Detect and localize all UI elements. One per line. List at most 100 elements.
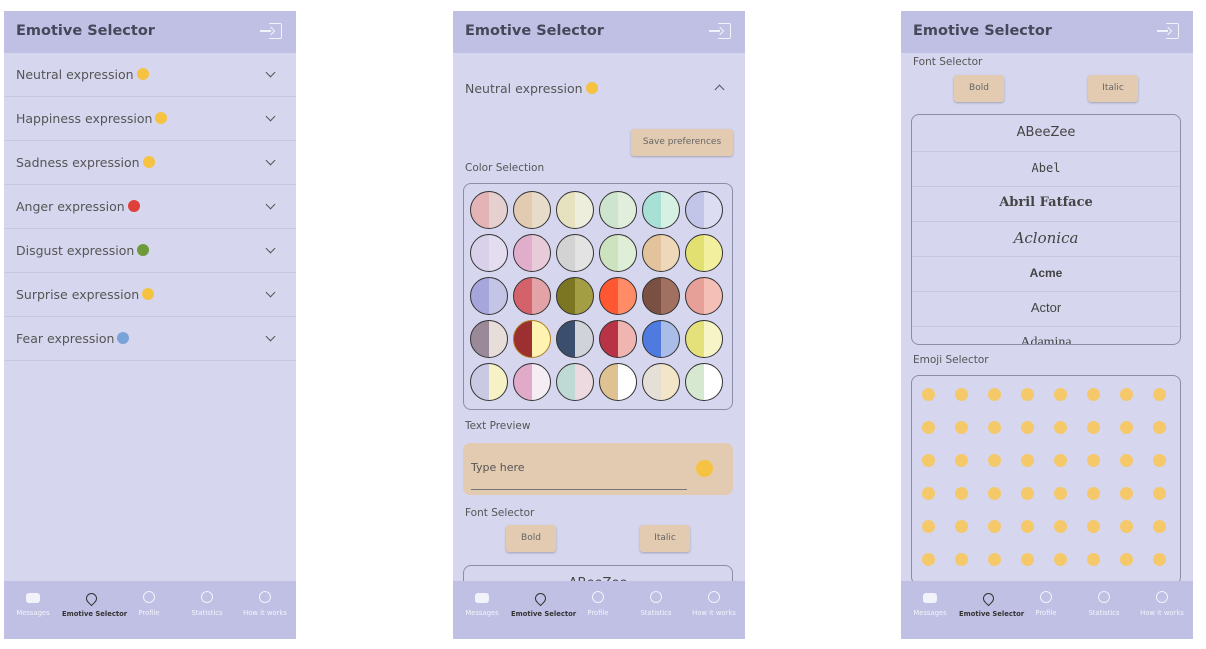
logout-icon[interactable] — [1157, 23, 1179, 39]
expression-row[interactable]: Anger expression — [4, 185, 296, 229]
emoji-icon[interactable] — [1120, 520, 1133, 533]
color-swatch[interactable] — [685, 191, 723, 229]
expression-row[interactable]: Sadness expression — [4, 141, 296, 185]
color-swatch[interactable] — [513, 191, 551, 229]
font-option[interactable]: Aclonica — [912, 220, 1180, 257]
emoji-icon[interactable] — [1087, 553, 1100, 566]
nav-item[interactable]: Messages — [4, 591, 62, 617]
color-swatch[interactable] — [599, 191, 637, 229]
emoji-icon[interactable] — [1054, 520, 1067, 533]
italic-button[interactable]: Italic — [1088, 75, 1138, 102]
emoji-icon[interactable] — [1021, 487, 1034, 500]
expression-row[interactable]: Happiness expression — [4, 97, 296, 141]
emoji-icon[interactable] — [955, 487, 968, 500]
color-swatch[interactable] — [556, 277, 594, 315]
emoji-icon[interactable] — [1054, 487, 1067, 500]
emoji-icon[interactable] — [1021, 553, 1034, 566]
chevron-down-icon[interactable] — [265, 243, 276, 254]
color-swatch[interactable] — [685, 363, 723, 401]
expanded-expression-header[interactable]: Neutral expression — [453, 67, 745, 107]
color-swatch[interactable] — [556, 191, 594, 229]
nav-item[interactable]: Messages — [901, 591, 959, 617]
color-swatch[interactable] — [470, 363, 508, 401]
color-swatch[interactable] — [513, 277, 551, 315]
emoji-icon[interactable] — [1120, 487, 1133, 500]
color-swatch[interactable] — [642, 191, 680, 229]
color-swatch[interactable] — [556, 320, 594, 358]
nav-item[interactable]: Emotive Selector — [62, 590, 127, 618]
emoji-icon[interactable] — [988, 487, 1001, 500]
color-swatch[interactable] — [599, 234, 637, 272]
nav-item[interactable]: How it works — [236, 591, 294, 617]
emoji-icon[interactable] — [922, 487, 935, 500]
nav-item[interactable]: Profile — [1017, 591, 1075, 617]
emoji-icon[interactable] — [955, 388, 968, 401]
color-swatch[interactable] — [642, 277, 680, 315]
emoji-icon[interactable] — [1120, 388, 1133, 401]
emoji-icon[interactable] — [988, 388, 1001, 401]
color-swatch[interactable] — [513, 320, 551, 358]
emoji-icon[interactable] — [988, 520, 1001, 533]
expression-row[interactable]: Disgust expression — [4, 229, 296, 273]
font-option[interactable]: Abel — [912, 150, 1180, 187]
emoji-icon[interactable] — [1054, 553, 1067, 566]
color-swatch[interactable] — [642, 234, 680, 272]
chevron-down-icon[interactable] — [265, 155, 276, 166]
color-swatch[interactable] — [556, 234, 594, 272]
nav-item[interactable]: Emotive Selector — [511, 590, 576, 618]
emoji-icon[interactable] — [1054, 388, 1067, 401]
emoji-icon[interactable] — [922, 553, 935, 566]
nav-item[interactable]: Statistics — [627, 591, 685, 617]
text-input[interactable]: Type here — [471, 461, 525, 474]
color-swatch[interactable] — [599, 320, 637, 358]
nav-item[interactable]: Emotive Selector — [959, 590, 1024, 618]
color-swatch[interactable] — [642, 320, 680, 358]
color-swatch[interactable] — [470, 320, 508, 358]
font-option[interactable]: Abril Fatface — [912, 185, 1180, 222]
color-swatch[interactable] — [556, 363, 594, 401]
expression-row[interactable]: Surprise expression — [4, 273, 296, 317]
emoji-icon[interactable] — [1153, 520, 1166, 533]
emoji-icon[interactable] — [922, 421, 935, 434]
emoji-icon[interactable] — [1120, 553, 1133, 566]
color-swatch[interactable] — [642, 363, 680, 401]
nav-item[interactable]: Profile — [120, 591, 178, 617]
emoji-icon[interactable] — [1120, 421, 1133, 434]
italic-button[interactable]: Italic — [640, 525, 690, 552]
emoji-icon[interactable] — [988, 553, 1001, 566]
color-swatch[interactable] — [470, 234, 508, 272]
chevron-down-icon[interactable] — [265, 287, 276, 298]
emoji-icon[interactable] — [1021, 388, 1034, 401]
color-swatch[interactable] — [513, 234, 551, 272]
emoji-icon[interactable] — [1021, 454, 1034, 467]
chevron-up-icon[interactable] — [714, 84, 725, 95]
emoji-icon[interactable] — [1153, 421, 1166, 434]
emoji-icon[interactable] — [1087, 388, 1100, 401]
emoji-icon[interactable] — [1153, 454, 1166, 467]
emoji-icon[interactable] — [1021, 421, 1034, 434]
color-swatch[interactable] — [470, 191, 508, 229]
color-swatch[interactable] — [685, 320, 723, 358]
color-swatch[interactable] — [470, 277, 508, 315]
expression-row[interactable]: Fear expression — [4, 317, 296, 361]
bold-button[interactable]: Bold — [506, 525, 556, 552]
chevron-down-icon[interactable] — [265, 67, 276, 78]
emoji-icon[interactable] — [1087, 421, 1100, 434]
save-preferences-button[interactable]: Save preferences — [631, 129, 733, 156]
nav-item[interactable]: How it works — [1133, 591, 1191, 617]
nav-item[interactable]: How it works — [685, 591, 743, 617]
emoji-icon[interactable] — [1153, 388, 1166, 401]
font-option[interactable]: Adamina — [912, 325, 1180, 344]
chevron-down-icon[interactable] — [265, 111, 276, 122]
emoji-icon[interactable] — [988, 454, 1001, 467]
emoji-picker-icon[interactable] — [696, 460, 713, 477]
color-swatch[interactable] — [513, 363, 551, 401]
emoji-icon[interactable] — [922, 520, 935, 533]
emoji-icon[interactable] — [1153, 553, 1166, 566]
emoji-icon[interactable] — [1087, 520, 1100, 533]
emoji-icon[interactable] — [1021, 520, 1034, 533]
chevron-down-icon[interactable] — [265, 199, 276, 210]
nav-item[interactable]: Profile — [569, 591, 627, 617]
nav-item[interactable]: Statistics — [178, 591, 236, 617]
logout-icon[interactable] — [709, 23, 731, 39]
